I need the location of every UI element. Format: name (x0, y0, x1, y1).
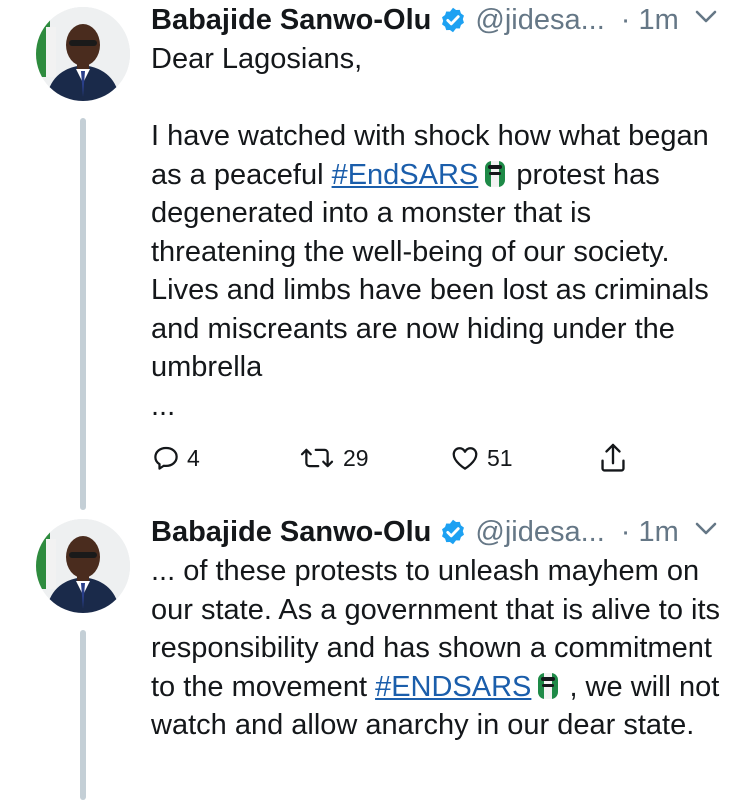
tweet-timestamp[interactable]: · 1m (621, 4, 679, 37)
like-count: 51 (487, 444, 513, 471)
tweet-1[interactable]: Babajide Sanwo-Olu @jidesa... · 1m Dear … (0, 0, 748, 510)
avatar-photo (36, 519, 130, 613)
raised-fist-emoji-icon (538, 672, 559, 699)
share-button[interactable] (597, 438, 629, 478)
tweet-greeting: Dear Lagosians, (151, 43, 363, 75)
verified-badge-icon (442, 519, 465, 545)
thread-line (80, 630, 86, 800)
tweet-text: ... of these protests to unleash mayhem … (151, 552, 731, 745)
chevron-down-icon[interactable] (695, 9, 717, 25)
hashtag-link[interactable]: #EndSARS (332, 159, 479, 191)
tweet-actions: 4 29 51 (151, 438, 741, 478)
author-name[interactable]: Babajide Sanwo-Olu (151, 516, 431, 549)
reply-button[interactable]: 4 (151, 438, 200, 478)
tweet-paragraph: I have watched with shock how what began… (151, 120, 709, 383)
chevron-down-icon[interactable] (695, 521, 717, 537)
raised-fist-emoji-icon (485, 160, 506, 187)
verified-badge-icon (442, 7, 465, 33)
tweet-text: Dear Lagosians, I have watched with shoc… (151, 40, 731, 425)
tweet-paragraph: ... of these protests to unleash mayhem … (151, 555, 721, 741)
author-avatar[interactable] (36, 7, 130, 101)
truncation-ellipsis[interactable]: ... (151, 387, 731, 426)
author-handle[interactable]: @jidesa... (475, 4, 604, 37)
tweet-header: Babajide Sanwo-Olu @jidesa... · 1m (151, 512, 679, 552)
share-icon (601, 443, 625, 472)
tweet-2[interactable]: Babajide Sanwo-Olu @jidesa... · 1m ... o… (0, 512, 748, 800)
author-avatar[interactable] (36, 519, 130, 613)
retweet-button[interactable]: 29 (297, 438, 369, 478)
tweet-header: Babajide Sanwo-Olu @jidesa... · 1m (151, 0, 679, 40)
hashtag-link[interactable]: #ENDSARS (375, 671, 531, 703)
like-icon (452, 447, 478, 470)
author-name[interactable]: Babajide Sanwo-Olu (151, 4, 431, 37)
retweet-count: 29 (343, 444, 369, 471)
reply-icon (154, 446, 178, 470)
retweet-icon (300, 448, 334, 468)
avatar-photo (36, 7, 130, 101)
reply-count: 4 (187, 444, 200, 471)
like-button[interactable]: 51 (449, 438, 513, 478)
thread-line (80, 118, 86, 510)
author-handle[interactable]: @jidesa... (475, 516, 604, 549)
tweet-timestamp[interactable]: · 1m (621, 516, 679, 549)
